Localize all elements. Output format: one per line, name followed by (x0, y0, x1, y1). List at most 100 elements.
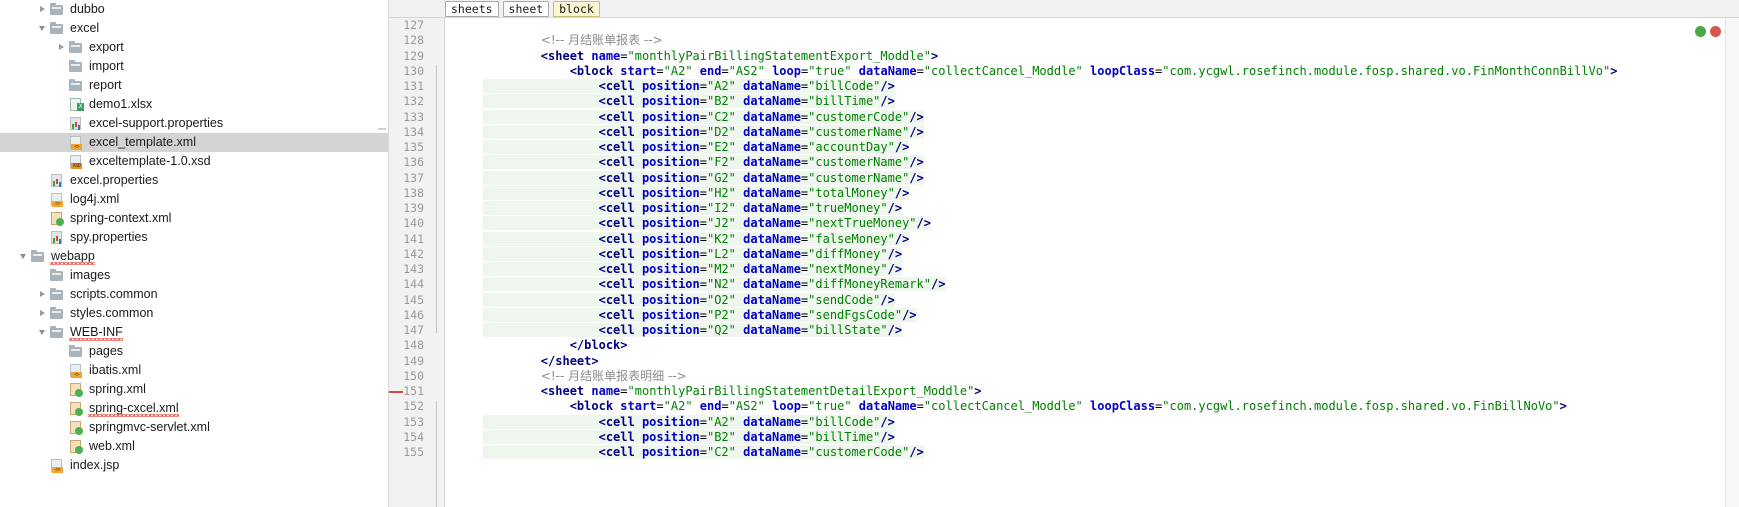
chevron-down-icon[interactable] (38, 19, 49, 38)
code-token: = (620, 384, 628, 398)
changed-line-marker (389, 391, 403, 393)
chevron-right-icon[interactable] (38, 304, 49, 323)
chevron-right-icon[interactable] (38, 285, 49, 304)
tree-item-excel-template-xml[interactable]: <> excel_template.xml (0, 133, 389, 152)
line-number-gutter[interactable]: 127 128 129 130 131 132 133 134 135 136 137 138 139 1… (389, 18, 445, 507)
code-token (483, 109, 599, 124)
chevron-down-icon[interactable] (19, 247, 30, 266)
code-line[interactable]: <cell position="H2" dataName="totalMoney… (483, 185, 1739, 201)
code-token: = (721, 63, 729, 78)
code-line[interactable]: <cell position="I2" dataName="trueMoney"… (483, 201, 1739, 216)
code-line[interactable]: <cell position="F2" dataName="customerNa… (483, 155, 1739, 170)
tree-item-ibatis-xml[interactable]: <> ibatis.xml (0, 361, 389, 380)
code-line[interactable]: <sheet name="monthlyPairBillingStatement… (483, 384, 1739, 399)
code-token: > (974, 384, 982, 398)
code-line[interactable]: <cell position="C2" dataName="customerCo… (483, 109, 1739, 125)
code-token: = (699, 185, 707, 200)
code-token: "true" (808, 399, 852, 414)
inspection-error-dot[interactable] (1710, 26, 1721, 37)
code-token: /> (880, 94, 895, 109)
code-line[interactable]: <cell position="G2" dataName="customerNa… (483, 170, 1739, 186)
tree-item-spring-context-xml[interactable]: spring-context.xml (0, 209, 389, 228)
spring-file-icon (68, 420, 84, 435)
inspection-indicator[interactable] (1695, 26, 1721, 37)
code-line[interactable]: <cell position="A2" dataName="billCode"/… (483, 414, 1739, 430)
code-line[interactable]: </sheet> (483, 354, 1739, 369)
tree-item-excel-properties[interactable]: excel.properties (0, 171, 389, 190)
code-line[interactable]: <cell position="O2" dataName="sendCode"/… (483, 292, 1739, 308)
error-stripe-gutter[interactable] (1725, 18, 1739, 507)
chevron-right-icon[interactable] (38, 0, 49, 19)
code-scroll-region[interactable]: <!-- 月结账单报表 --> <sheet name="monthlyPair… (445, 18, 1739, 507)
code-token: <cell (598, 155, 642, 170)
code-line[interactable]: <cell position="D2" dataName="customerNa… (483, 124, 1739, 140)
tree-item-springmvc-servlet-xml[interactable]: springmvc-servlet.xml (0, 418, 389, 437)
tree-item-index-jsp[interactable]: <> index.jsp (0, 456, 389, 475)
tree-item-spy-properties[interactable]: spy.properties (0, 228, 389, 247)
code-line[interactable]: <cell position="M2" dataName="nextMoney"… (483, 262, 1739, 277)
code-line[interactable]: <cell position="N2" dataName="diffMoneyR… (483, 277, 1739, 292)
tree-item-scripts-common[interactable]: scripts.common (0, 285, 389, 304)
code-line[interactable]: <block start="A2" end="AS2" loop="true" … (483, 399, 1739, 414)
tree-item-excel-support-properties[interactable]: excel-support.properties (0, 114, 389, 133)
code-line[interactable]: <cell position="P2" dataName="sendFgsCod… (483, 307, 1739, 323)
tree-item-images[interactable]: images (0, 266, 389, 285)
breadcrumb-item-block[interactable]: block (553, 0, 600, 17)
chevron-down-icon[interactable] (38, 323, 49, 342)
code-line[interactable] (483, 18, 1739, 33)
code-line[interactable]: <cell position="L2" dataName="diffMoney"… (483, 246, 1739, 262)
code-line[interactable]: <cell position="Q2" dataName="billState"… (483, 323, 1739, 338)
tree-item-export[interactable]: export (0, 38, 389, 57)
project-tree-panel[interactable]: dubbo excel export import report Xdemo1.xlsx e… (0, 0, 389, 507)
code-token: = (699, 262, 707, 276)
tree-item-log4j-xml[interactable]: <> log4j.xml (0, 190, 389, 209)
code-line[interactable]: <cell position="C2" dataName="customerCo… (483, 445, 1739, 460)
chevron-right-icon[interactable] (57, 38, 68, 57)
code-token: dataName (743, 277, 801, 292)
tree-item-demo1-xlsx[interactable]: Xdemo1.xlsx (0, 95, 389, 114)
breadcrumb-item-sheets[interactable]: sheets (445, 0, 499, 17)
tree-item-label: webapp (50, 247, 95, 266)
code-line[interactable]: <block start="A2" end="AS2" loop="true" … (483, 64, 1739, 79)
tree-item-report[interactable]: report (0, 76, 389, 95)
tree-item-exceltemplate-1-0-xsd[interactable]: XSD exceltemplate-1.0.xsd (0, 152, 389, 171)
tree-item-dubbo[interactable]: dubbo (0, 0, 389, 19)
code-token: "L2" (706, 246, 736, 261)
tree-item-excel[interactable]: excel (0, 19, 389, 38)
breadcrumb-item-sheet[interactable]: sheet (502, 0, 550, 17)
code-line[interactable]: <cell position="A2" dataName="billCode"/… (483, 79, 1739, 94)
tree-item-spring-cxcel-xml[interactable]: spring-cxcel.xml (0, 399, 389, 418)
code-token: "billTime" (808, 94, 881, 109)
code-line[interactable]: <!-- 月结账单报表 --> (483, 33, 1739, 48)
code-token: <cell (598, 292, 642, 307)
code-token: loopClass (1090, 399, 1156, 414)
inspection-ok-dot[interactable] (1695, 26, 1706, 37)
tree-item-spring-xml[interactable]: spring.xml (0, 380, 389, 399)
tree-item-label: index.jsp (70, 458, 120, 472)
code-line[interactable]: <cell position="B2" dataName="billTime"/… (483, 429, 1739, 445)
tree-item-pages[interactable]: pages (0, 342, 389, 361)
code-line[interactable]: <cell position="B2" dataName="billTime"/… (483, 94, 1739, 109)
tree-item-styles-common[interactable]: styles.common (0, 304, 389, 323)
tree-item-webapp[interactable]: webapp (0, 247, 389, 266)
code-line[interactable]: <cell position="E2" dataName="accountDay… (483, 140, 1739, 155)
code-line[interactable]: <cell position="K2" dataName="falseMoney… (483, 231, 1739, 247)
code-token: "N2" (706, 277, 736, 292)
code-editor-panel[interactable]: sheets sheet block 127 128 129 130 131 132 133 13… (389, 0, 1739, 507)
code-line[interactable]: <!-- 月结账单报表明细 --> (483, 369, 1739, 384)
code-token: name (591, 384, 621, 398)
tree-item-web-inf[interactable]: WEB-INF (0, 323, 389, 342)
folder-icon (49, 287, 65, 302)
code-line[interactable]: </block> (483, 338, 1739, 353)
code-token: = (699, 445, 707, 459)
code-line[interactable]: <cell position="J2" dataName="nextTrueMo… (483, 216, 1739, 231)
code-content[interactable]: <!-- 月结账单报表 --> <sheet name="monthlyPair… (445, 18, 1739, 460)
tree-item-web-xml[interactable]: web.xml (0, 437, 389, 456)
code-line[interactable]: <sheet name="monthlyPairBillingStatement… (483, 49, 1739, 64)
code-token: = (699, 246, 707, 261)
fold-guide-line-a (436, 65, 437, 333)
code-token: > (930, 48, 939, 63)
tree-item-import[interactable]: import (0, 57, 389, 76)
